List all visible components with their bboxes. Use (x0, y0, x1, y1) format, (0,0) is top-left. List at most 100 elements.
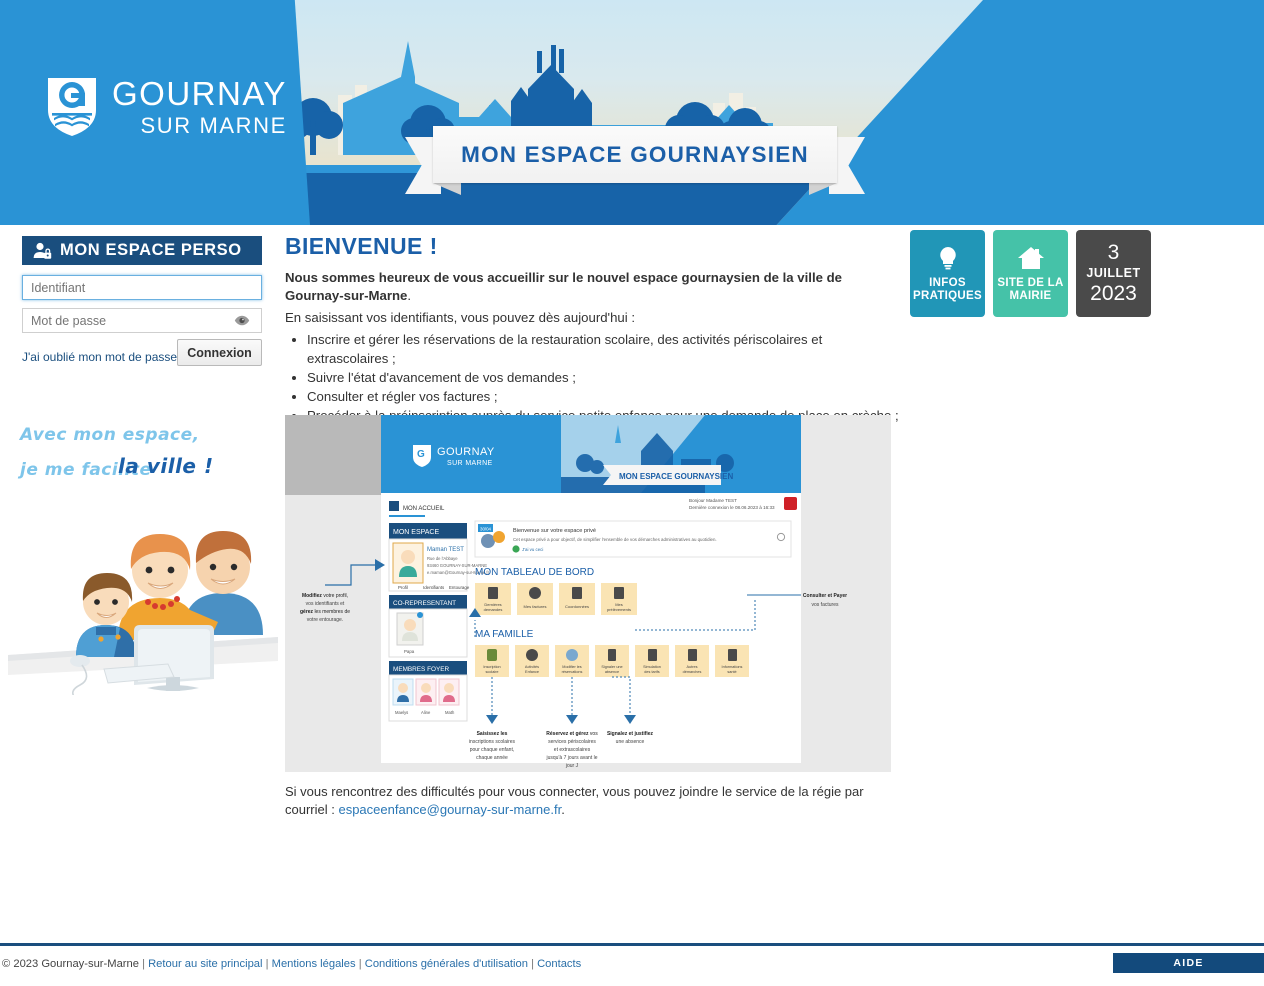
support-paragraph: Si vous rencontrez des difficultés pour … (285, 783, 885, 819)
svg-text:Math: Math (445, 710, 455, 715)
support-end: . (561, 802, 565, 817)
svg-text:Signaler une: Signaler une (601, 665, 622, 669)
tile-infos-line2: PRATIQUES (913, 289, 982, 302)
footer-link-contacts[interactable]: Contacts (537, 958, 581, 970)
footer-link-site-principal[interactable]: Retour au site principal (148, 958, 262, 970)
svg-text:absence: absence (605, 670, 619, 674)
tile-infos-pratiques[interactable]: INFOS PRATIQUES (910, 230, 985, 317)
svg-text:gérez les membres de: gérez les membres de (300, 609, 350, 615)
site-footer: © 2023 Gournay-sur-Marne | Retour au sit… (0, 943, 1264, 986)
list-item: Suivre l'état d'avancement de vos demand… (307, 368, 900, 387)
svg-text:santé: santé (727, 670, 736, 674)
forgot-password-link[interactable]: J'ai oublié mon mot de passe. (22, 350, 180, 364)
gournay-crest-icon (48, 78, 96, 136)
svg-text:MON ESPACE: MON ESPACE (393, 529, 439, 536)
lightbulb-icon (939, 246, 956, 269)
svg-text:Bienvenue sur votre espace pri: Bienvenue sur votre espace privé (513, 528, 596, 534)
ribbon-body: MON ESPACE GOURNAYSIEN (433, 126, 837, 183)
login-submit-button[interactable]: Connexion (177, 339, 262, 366)
svg-text:MON ACCUEIL: MON ACCUEIL (403, 506, 445, 512)
footer-link-mentions-legales[interactable]: Mentions légales (272, 958, 356, 970)
lead-paragraph: Nous sommes heureux de vous accueillir s… (285, 269, 877, 305)
svg-text:Informations: Informations (722, 665, 743, 669)
footer-sep: | (358, 958, 362, 970)
lead-bold: Nous sommes heureux de vous accueillir s… (285, 270, 843, 303)
svg-text:Saisissez les: Saisissez les (477, 731, 508, 737)
svg-text:SUR MARNE: SUR MARNE (447, 460, 493, 467)
svg-text:Papa: Papa (404, 649, 415, 654)
svg-text:chaque année: chaque année (476, 755, 508, 761)
footer-link-cgu[interactable]: Conditions générales d'utilisation (365, 958, 528, 970)
promo-illustration-block: Avec mon espace, je me facilite la ville… (0, 410, 283, 700)
tutorial-screenshot-graphic: G GOURNAY SUR MARNE MON ESPACE GOURNAYSI… (285, 415, 891, 772)
sub-heading: En saisissant vos identifiants, vous pou… (285, 310, 635, 325)
svg-text:Modifiez votre profil,: Modifiez votre profil, (302, 593, 348, 599)
promo-line-1: Avec mon espace, (20, 425, 200, 445)
svg-text:Maman TEST: Maman TEST (427, 547, 464, 553)
login-panel-header: MON ESPACE PERSO (22, 236, 262, 265)
lead-tail: . (407, 288, 412, 303)
login-column: MON ESPACE PERSO J'ai oublié mon mot de … (0, 225, 283, 943)
svg-text:prélèvements: prélèvements (607, 607, 631, 612)
svg-text:G: G (417, 449, 425, 460)
tile-mairie-line2: MAIRIE (1009, 289, 1052, 302)
svg-text:MON TABLEAU DE BORD: MON TABLEAU DE BORD (475, 567, 594, 578)
svg-text:Identifiants: Identifiants (423, 585, 445, 590)
footer-links: © 2023 Gournay-sur-Marne | Retour au sit… (2, 958, 581, 970)
svg-text:Bonjour Madame TEST: Bonjour Madame TEST (689, 498, 737, 503)
svg-text:et extrascolaires: et extrascolaires (554, 747, 591, 753)
tile-mairie-line1: SITE DE LA (997, 276, 1064, 289)
svg-text:scolaire: scolaire (485, 670, 498, 674)
user-lock-icon (33, 242, 52, 259)
benefits-list: Inscrire et gérer les réservations de la… (285, 330, 900, 425)
family-at-computer-illustration (8, 531, 278, 695)
site-logo[interactable]: GOURNAY SUR MARNE (46, 76, 287, 138)
footer-sep: | (531, 958, 534, 970)
footer-sep: | (265, 958, 269, 970)
banner-title: MON ESPACE GOURNAYSIEN (461, 141, 809, 167)
date-tile: 3 JUILLET 2023 (1076, 230, 1151, 317)
eye-icon[interactable] (234, 314, 250, 327)
page-body: MON ESPACE PERSO J'ai oublié mon mot de … (0, 225, 1264, 943)
svg-text:Entourage: Entourage (449, 585, 470, 590)
svg-text:Activités: Activités (525, 665, 539, 669)
logo-line-2: SUR MARNE (140, 113, 287, 138)
svg-text:vos identifiants et: vos identifiants et (306, 601, 345, 607)
svg-text:Dernière connexion le 08.06.20: Dernière connexion le 08.06.2023 à 16:33 (689, 505, 775, 510)
svg-text:Réservez et gérez vos: Réservez et gérez vos (546, 731, 598, 737)
tutorial-screenshot: G GOURNAY SUR MARNE MON ESPACE GOURNAYSI… (285, 415, 891, 772)
svg-text:Profil: Profil (398, 585, 408, 590)
svg-text:Aline: Aline (421, 710, 431, 715)
quicklink-tiles: INFOS PRATIQUES SITE DE LA MAIRIE 3 JUIL… (910, 230, 1151, 317)
svg-text:démarches: démarches (683, 670, 702, 674)
login-panel-title: MON ESPACE PERSO (60, 241, 242, 259)
identifier-input[interactable] (22, 275, 262, 300)
list-item: Inscrire et gérer les réservations de la… (307, 330, 900, 368)
svg-text:Cet espace privé a pour object: Cet espace privé a pour objectif, de sim… (513, 537, 717, 542)
date-year: 2023 (1090, 282, 1137, 305)
svg-text:Modifier les: Modifier les (562, 665, 582, 669)
svg-text:demandes: demandes (484, 607, 503, 612)
svg-text:30/04: 30/04 (480, 527, 492, 532)
svg-text:MA FAMILLE: MA FAMILLE (475, 629, 534, 640)
logo-wordmark: GOURNAY SUR MARNE (112, 77, 287, 137)
svg-text:Rue de l'Abbaye: Rue de l'Abbaye (427, 556, 458, 561)
date-month: JUILLET (1086, 266, 1141, 280)
svg-text:jusqu'à 7 jours avant le: jusqu'à 7 jours avant le (546, 755, 598, 761)
home-icon (1017, 246, 1044, 269)
svg-text:Signalez et justifiez: Signalez et justifiez (607, 731, 654, 737)
support-email-link[interactable]: espaceenfance@gournay-sur-marne.fr (338, 802, 561, 817)
tile-mairie-label: SITE DE LA MAIRIE (997, 277, 1063, 303)
svg-text:Coordonnées: Coordonnées (565, 604, 589, 609)
svg-text:MEMBRES FOYER: MEMBRES FOYER (393, 666, 449, 673)
svg-text:des tarifs: des tarifs (644, 670, 660, 674)
password-input[interactable] (22, 308, 262, 333)
footer-divider (0, 943, 1264, 946)
svg-text:J'ai vu ceci: J'ai vu ceci (522, 547, 543, 552)
svg-text:une absence: une absence (616, 739, 645, 745)
help-button[interactable]: AIDE (1113, 953, 1264, 973)
svg-text:CO-REPRESENTANT: CO-REPRESENTANT (393, 600, 456, 607)
header-ribbon: MON ESPACE GOURNAYSIEN (405, 126, 865, 195)
svg-text:GOURNAY: GOURNAY (437, 446, 495, 458)
tile-site-mairie[interactable]: SITE DE LA MAIRIE (993, 230, 1068, 317)
